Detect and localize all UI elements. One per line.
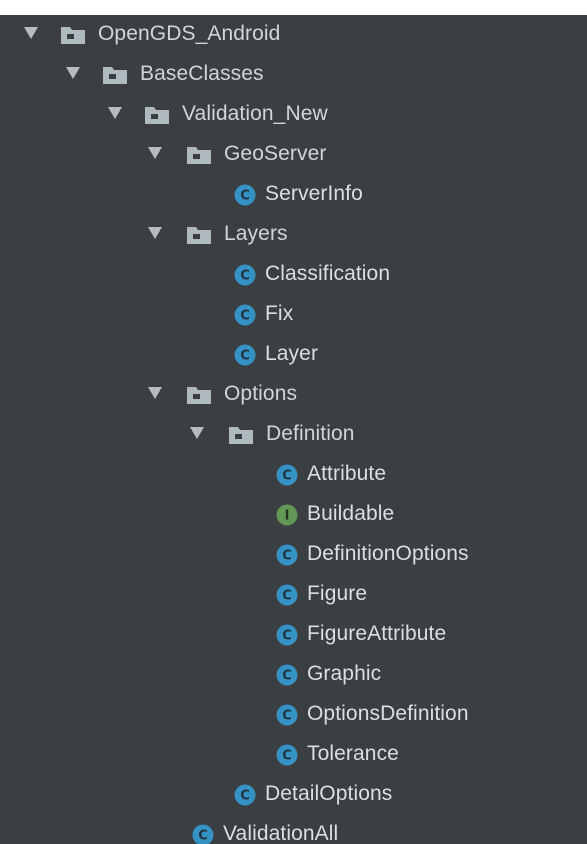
tree-node-label: OptionsDefinition bbox=[307, 702, 469, 725]
tree-node-label: GeoServer bbox=[224, 142, 327, 165]
tree-node-baseclasses[interactable]: BaseClasses bbox=[0, 55, 587, 95]
tree-node-layers[interactable]: Layers bbox=[0, 215, 587, 255]
tree-node-label: Layers bbox=[224, 222, 288, 245]
interface-icon: I bbox=[276, 504, 298, 526]
tree-node-attribute[interactable]: C Attribute bbox=[0, 455, 587, 495]
tree-node-label: DetailOptions bbox=[265, 782, 393, 805]
tree-node-geoserver[interactable]: GeoServer bbox=[0, 135, 587, 175]
expand-arrow-icon[interactable] bbox=[108, 107, 122, 119]
tree-node-buildable[interactable]: I Buildable bbox=[0, 495, 587, 535]
tree-node-layer[interactable]: C Layer bbox=[0, 335, 587, 375]
tree-node-opengds-android[interactable]: OpenGDS_Android bbox=[0, 15, 587, 55]
tree-node-fix[interactable]: C Fix bbox=[0, 295, 587, 335]
icon-letter: C bbox=[282, 469, 292, 484]
tree-node-tolerance[interactable]: C Tolerance bbox=[0, 735, 587, 775]
folder-icon bbox=[103, 67, 127, 84]
tree-node-definition[interactable]: Definition bbox=[0, 415, 587, 455]
icon-letter: I bbox=[285, 509, 290, 524]
icon-letter: C bbox=[240, 349, 250, 364]
tree-node-validationall[interactable]: C ValidationAll bbox=[0, 815, 587, 844]
folder-icon bbox=[145, 107, 169, 124]
tree-node-figureattribute[interactable]: C FigureAttribute bbox=[0, 615, 587, 655]
expand-arrow-icon[interactable] bbox=[148, 147, 162, 159]
tree-node-label: Graphic bbox=[307, 662, 382, 685]
folder-icon bbox=[229, 427, 253, 444]
folder-icon bbox=[61, 27, 85, 44]
icon-letter: C bbox=[282, 709, 292, 724]
tree-node-figure[interactable]: C Figure bbox=[0, 575, 587, 615]
icon-letter: C bbox=[240, 189, 250, 204]
folder-icon bbox=[187, 227, 211, 244]
tree-node-label: ServerInfo bbox=[265, 182, 363, 205]
icon-letter: C bbox=[282, 749, 292, 764]
class-icon: C bbox=[234, 184, 256, 206]
tree-node-optionsdefinition[interactable]: C OptionsDefinition bbox=[0, 695, 587, 735]
class-icon: C bbox=[276, 624, 298, 646]
class-icon: C bbox=[276, 544, 298, 566]
tree-node-label: DefinitionOptions bbox=[307, 542, 469, 565]
icon-letter: C bbox=[282, 669, 292, 684]
tree-node-label: Figure bbox=[307, 582, 368, 605]
tree-node-label: Definition bbox=[266, 422, 355, 445]
project-tree-panel: OpenGDS_Android BaseClasses Validation_N… bbox=[0, 15, 587, 844]
tree-node-label: Layer bbox=[265, 342, 319, 365]
class-icon: C bbox=[234, 784, 256, 806]
expand-arrow-icon[interactable] bbox=[148, 387, 162, 399]
tree-node-label: Classification bbox=[265, 262, 391, 285]
expand-arrow-icon[interactable] bbox=[66, 67, 80, 79]
class-icon: C bbox=[276, 584, 298, 606]
tree-node-label: Tolerance bbox=[307, 742, 399, 765]
class-icon: C bbox=[276, 744, 298, 766]
tree-node-classification[interactable]: C Classification bbox=[0, 255, 587, 295]
expand-arrow-icon[interactable] bbox=[190, 427, 204, 439]
tree-node-graphic[interactable]: C Graphic bbox=[0, 655, 587, 695]
icon-letter: C bbox=[198, 829, 208, 844]
icon-letter: C bbox=[240, 309, 250, 324]
icon-letter: C bbox=[240, 269, 250, 284]
class-icon: C bbox=[234, 264, 256, 286]
class-icon: C bbox=[276, 664, 298, 686]
tree-node-serverinfo[interactable]: C ServerInfo bbox=[0, 175, 587, 215]
class-icon: C bbox=[276, 464, 298, 486]
icon-letter: C bbox=[282, 589, 292, 604]
tree-node-label: Buildable bbox=[307, 502, 395, 525]
tree-node-options[interactable]: Options bbox=[0, 375, 587, 415]
expand-arrow-icon[interactable] bbox=[24, 27, 38, 39]
tree-node-label: Options bbox=[224, 382, 298, 405]
icon-letter: C bbox=[282, 629, 292, 644]
class-icon: C bbox=[234, 344, 256, 366]
class-icon: C bbox=[192, 824, 214, 844]
icon-letter: C bbox=[240, 789, 250, 804]
icon-letter: C bbox=[282, 549, 292, 564]
expand-arrow-icon[interactable] bbox=[148, 227, 162, 239]
tree-node-label: ValidationAll bbox=[223, 822, 339, 844]
tree-node-label: OpenGDS_Android bbox=[98, 22, 281, 45]
tree-node-label: Fix bbox=[265, 302, 294, 325]
tree-node-label: Validation_New bbox=[182, 102, 328, 125]
tree-node-label: Attribute bbox=[307, 462, 387, 485]
folder-icon bbox=[187, 387, 211, 404]
tree-node-label: FigureAttribute bbox=[307, 622, 447, 645]
folder-icon bbox=[187, 147, 211, 164]
class-icon: C bbox=[276, 704, 298, 726]
tree-node-validation-new[interactable]: Validation_New bbox=[0, 95, 587, 135]
class-icon: C bbox=[234, 304, 256, 326]
tree-node-definitionoptions[interactable]: C DefinitionOptions bbox=[0, 535, 587, 575]
tree-node-label: BaseClasses bbox=[140, 62, 264, 85]
tree-node-detailoptions[interactable]: C DetailOptions bbox=[0, 775, 587, 815]
